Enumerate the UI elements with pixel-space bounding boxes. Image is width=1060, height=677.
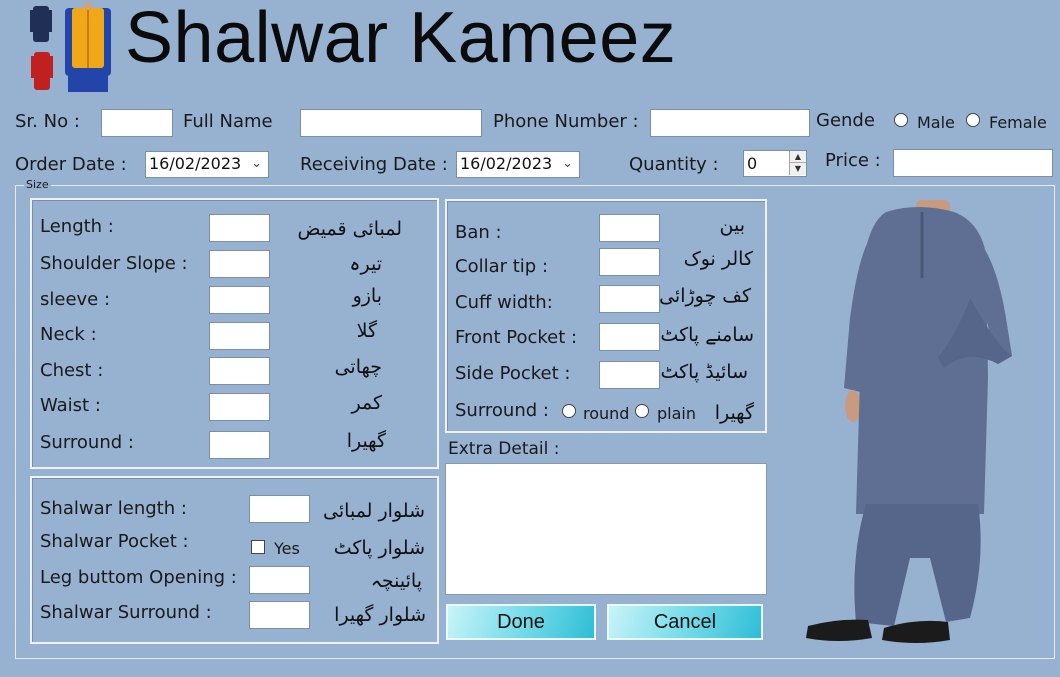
- cuff-width-input[interactable]: [599, 285, 660, 313]
- surround-input[interactable]: [209, 431, 270, 459]
- shalwar-pocket-checkbox[interactable]: [251, 540, 265, 554]
- shalwar-kameez-thumbnails: [30, 2, 111, 92]
- done-button[interactable]: Done: [446, 604, 596, 640]
- shalwar-pocket-label: Shalwar Pocket :: [40, 531, 189, 552]
- male-radio[interactable]: [894, 113, 908, 127]
- waist-label: Waist :: [40, 395, 101, 416]
- front-pocket-input[interactable]: [599, 323, 660, 351]
- waist-urdu-label: کمر: [351, 392, 382, 414]
- neck-input[interactable]: [209, 322, 270, 350]
- shalwar-length-label: Shalwar length :: [40, 498, 187, 519]
- yellow-waistcoat-thumb: [65, 2, 111, 92]
- shalwar-surround-urdu-label: شلوار گھیرا: [334, 604, 426, 626]
- quantity-spin-buttons[interactable]: ▲ ▼: [789, 151, 806, 175]
- shalwar-surround-label: Shalwar Surround :: [40, 602, 212, 623]
- sr-no-input[interactable]: [101, 109, 173, 137]
- female-label: Female: [989, 113, 1047, 132]
- neck-label: Neck :: [40, 324, 97, 345]
- order-date-value: 16/02/2023: [149, 154, 242, 173]
- side-pocket-urdu-label: سائیڈ پاکٹ: [660, 361, 748, 383]
- spin-down-icon[interactable]: ▼: [790, 163, 806, 174]
- cuff-width-label: Cuff width:: [455, 292, 553, 313]
- collar-tip-input[interactable]: [599, 248, 660, 276]
- collar-surround-urdu-label: گھیرا: [714, 402, 754, 424]
- leg-bottom-opening-label: Leg buttom Opening :: [40, 567, 237, 588]
- side-pocket-label: Side Pocket :: [455, 363, 571, 384]
- phone-number-input[interactable]: [650, 109, 810, 137]
- chest-label: Chest :: [40, 360, 104, 381]
- shalwar-length-input[interactable]: [249, 495, 310, 523]
- extra-detail-label: Extra Detail :: [448, 439, 560, 459]
- neck-urdu-label: گلا: [356, 320, 377, 342]
- shalwar-length-urdu-label: شلوار لمبائی: [323, 500, 425, 522]
- receiving-date-picker[interactable]: 16/02/2023 ⌄: [456, 151, 580, 178]
- sleeve-input[interactable]: [209, 286, 270, 314]
- plain-radio[interactable]: [635, 404, 649, 418]
- surround-urdu-label: گھیرا: [346, 430, 386, 452]
- front-pocket-urdu-label: سامنے پاکٹ: [660, 324, 754, 346]
- sleeve-label: sleeve :: [40, 289, 111, 310]
- length-input[interactable]: [209, 214, 270, 242]
- sr-no-label: Sr. No :: [15, 111, 80, 132]
- leg-bottom-opening-input[interactable]: [249, 566, 310, 594]
- male-label: Male: [917, 113, 955, 132]
- ban-input[interactable]: [599, 214, 660, 242]
- chevron-down-icon: ⌄: [562, 156, 573, 171]
- receiving-date-value: 16/02/2023: [460, 154, 553, 173]
- round-label: round: [583, 404, 630, 423]
- blue-suit-thumb: [30, 6, 52, 42]
- extra-detail-textarea[interactable]: [445, 463, 767, 595]
- order-date-label: Order Date :: [15, 154, 127, 175]
- receiving-date-label: Receiving Date :: [300, 154, 448, 175]
- chest-urdu-label: چھاتی: [334, 356, 382, 378]
- surround-label: Surround :: [40, 432, 134, 453]
- order-date-picker[interactable]: 16/02/2023 ⌄: [145, 151, 269, 178]
- round-radio[interactable]: [562, 404, 576, 418]
- waist-input[interactable]: [209, 393, 270, 421]
- collar-tip-urdu-label: کالر نوک: [683, 248, 753, 270]
- shalwar-kameez-model-image: [806, 200, 1012, 643]
- cancel-button[interactable]: Cancel: [607, 604, 763, 640]
- chevron-down-icon: ⌄: [251, 156, 262, 171]
- price-label: Price :: [825, 150, 881, 171]
- shoulder-urdu-label: تیرہ: [349, 253, 382, 275]
- collar-surround-label: Surround :: [455, 400, 549, 421]
- plain-label: plain: [657, 404, 696, 423]
- sleeve-urdu-label: بازو: [352, 285, 382, 307]
- ban-label: Ban :: [455, 222, 502, 243]
- female-radio[interactable]: [966, 113, 980, 127]
- red-suit-thumb: [31, 52, 53, 90]
- shalwar-pocket-urdu-label: شلوار پاکٹ: [333, 537, 425, 559]
- price-input[interactable]: [893, 149, 1053, 177]
- full-name-label: Full Name: [183, 111, 273, 132]
- shalwar-surround-input[interactable]: [249, 601, 310, 629]
- shoulder-slope-label: Shoulder Slope :: [40, 253, 188, 274]
- page-title: Shalwar Kameez: [125, 0, 677, 78]
- size-group-label: Size: [24, 178, 51, 192]
- shalwar-pocket-yes-label: Yes: [274, 539, 300, 558]
- cuff-urdu-label: کف چوڑائی: [659, 285, 751, 307]
- phone-number-label: Phone Number :: [493, 111, 639, 132]
- length-urdu-label: لمبائی قمیض: [297, 218, 402, 240]
- gender-label: Gende: [816, 110, 875, 131]
- shoulder-slope-input[interactable]: [209, 250, 270, 278]
- ban-urdu-label: بین: [719, 214, 746, 236]
- leg-opening-urdu-label: پائینچہ: [370, 570, 422, 592]
- full-name-input[interactable]: [300, 109, 482, 137]
- quantity-value: 0: [747, 154, 758, 173]
- quantity-label: Quantity :: [629, 154, 719, 175]
- side-pocket-input[interactable]: [599, 361, 660, 389]
- collar-tip-label: Collar tip :: [455, 256, 549, 277]
- front-pocket-label: Front Pocket :: [455, 327, 578, 348]
- length-label: Length :: [40, 216, 114, 237]
- spin-up-icon[interactable]: ▲: [790, 151, 806, 163]
- chest-input[interactable]: [209, 357, 270, 385]
